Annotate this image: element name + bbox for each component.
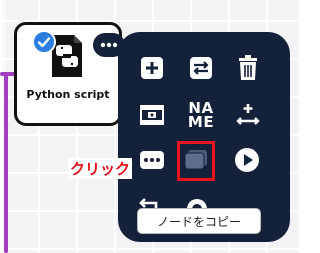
trash-icon: [239, 55, 257, 80]
more-icon: [140, 151, 164, 169]
add-button[interactable]: [135, 51, 169, 85]
click-highlight-box: [177, 141, 215, 181]
click-instruction-label: クリック: [68, 158, 133, 179]
database-button[interactable]: [135, 98, 169, 132]
rename-button[interactable]: NA ME: [183, 97, 219, 133]
run-button[interactable]: [230, 143, 264, 177]
add-icon: [141, 57, 163, 79]
node-label: Python script: [26, 88, 110, 101]
more-actions-button[interactable]: [135, 143, 169, 177]
more-options-button[interactable]: [93, 33, 125, 57]
delete-button[interactable]: [231, 51, 265, 85]
swap-button[interactable]: [184, 51, 218, 85]
rename-icon: NA ME: [187, 101, 215, 131]
rename-icon-bottom: ME: [187, 113, 215, 131]
connection-wire-vertical[interactable]: [4, 72, 8, 253]
copy-node-tooltip: ノードをコピー: [137, 208, 261, 234]
split-icon: [236, 104, 260, 125]
database-icon: [140, 105, 164, 125]
play-icon: [235, 148, 259, 172]
selected-check-icon: [32, 30, 56, 54]
split-button[interactable]: [231, 98, 265, 132]
swap-icon: [190, 57, 212, 79]
